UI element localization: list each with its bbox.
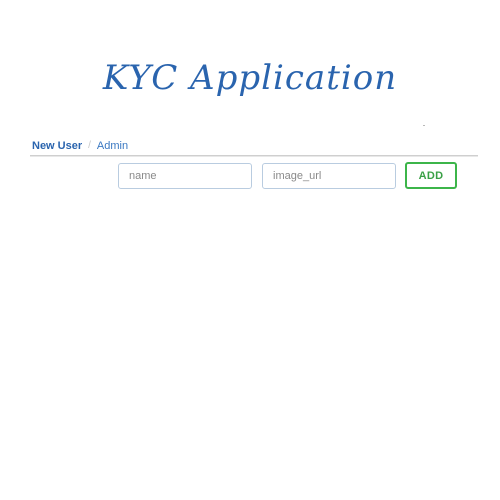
- breadcrumb-item-admin[interactable]: Admin: [97, 138, 128, 154]
- breadcrumb-item-new-user[interactable]: New User: [32, 138, 82, 154]
- breadcrumb-separator: /: [88, 140, 91, 151]
- decorative-dot: [423, 125, 425, 126]
- page: KYC Application New User / Admin ADD: [0, 0, 500, 500]
- header-divider: [30, 155, 478, 157]
- add-button[interactable]: ADD: [405, 162, 457, 189]
- image-url-input[interactable]: [262, 163, 396, 189]
- name-input[interactable]: [118, 163, 252, 189]
- app-title: KYC Application: [102, 58, 398, 98]
- breadcrumb: New User / Admin: [32, 138, 128, 154]
